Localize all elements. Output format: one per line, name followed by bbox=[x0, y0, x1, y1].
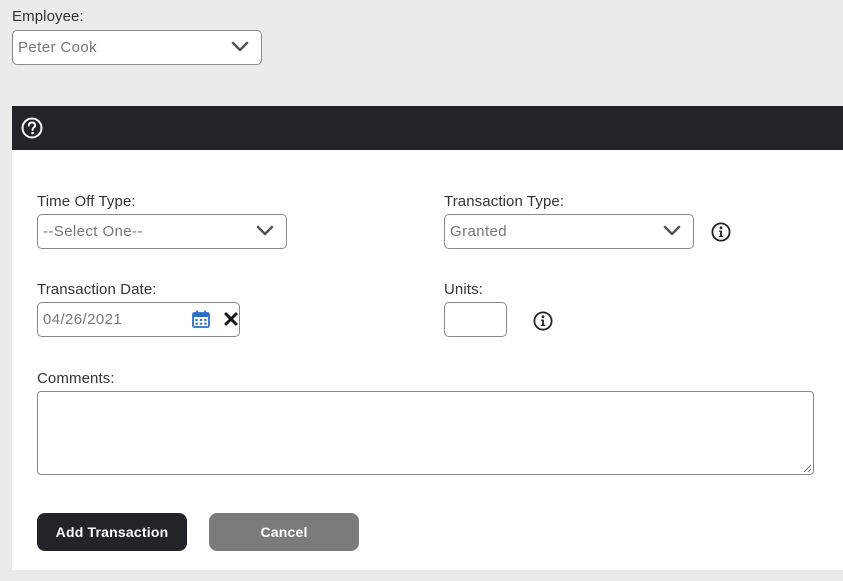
chevron-down-icon bbox=[256, 225, 274, 236]
cancel-button[interactable]: Cancel bbox=[209, 513, 359, 551]
units-label: Units: bbox=[444, 281, 483, 298]
time-off-type-value: --Select One-- bbox=[43, 223, 143, 240]
time-off-type-select[interactable]: --Select One-- bbox=[37, 214, 287, 249]
calendar-icon[interactable] bbox=[192, 310, 210, 328]
transaction-date-value: 04/26/2021 bbox=[43, 311, 123, 328]
chevron-down-icon bbox=[231, 41, 249, 52]
chevron-down-icon bbox=[663, 225, 681, 236]
employee-select-value: Peter Cook bbox=[18, 39, 98, 56]
add-transaction-button[interactable]: Add Transaction bbox=[37, 513, 187, 551]
form-panel bbox=[12, 150, 843, 570]
resize-grip-icon[interactable] bbox=[802, 463, 812, 473]
transaction-date-label: Transaction Date: bbox=[37, 281, 157, 298]
info-circle-icon[interactable] bbox=[533, 311, 553, 331]
transaction-date-input[interactable]: 04/26/2021 bbox=[37, 302, 240, 337]
close-x-icon[interactable] bbox=[224, 312, 238, 326]
transaction-type-label: Transaction Type: bbox=[444, 193, 565, 210]
info-circle-icon[interactable] bbox=[711, 222, 731, 242]
help-circle-icon[interactable] bbox=[21, 117, 43, 139]
comments-textarea[interactable] bbox=[37, 391, 814, 475]
employee-label: Employee: bbox=[12, 8, 84, 25]
comments-label: Comments: bbox=[37, 370, 115, 387]
transaction-type-value: Granted bbox=[450, 223, 507, 240]
transaction-type-select[interactable]: Granted bbox=[444, 214, 694, 249]
time-off-type-label: Time Off Type: bbox=[37, 193, 136, 210]
employee-select[interactable]: Peter Cook bbox=[12, 30, 262, 65]
panel-header bbox=[12, 106, 843, 150]
units-input[interactable] bbox=[444, 302, 507, 337]
